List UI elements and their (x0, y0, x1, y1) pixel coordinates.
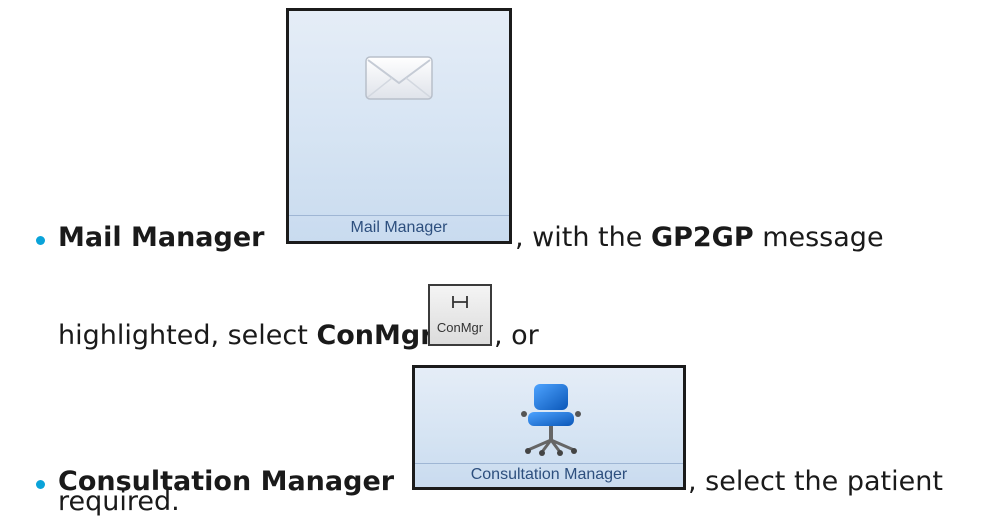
pin-icon (452, 296, 468, 308)
mail-manager-button[interactable]: Mail Manager (286, 8, 512, 244)
conmgr-label: ConMgr (316, 320, 434, 351)
mail-manager-button-caption: Mail Manager (289, 215, 509, 241)
bullet-1 (36, 236, 45, 245)
mail-manager-line-2-rest: , or (494, 320, 539, 351)
mail-manager-label: Mail Manager (58, 222, 265, 253)
envelope-icon (365, 56, 433, 100)
conmgr-button-caption: ConMgr (436, 320, 484, 335)
mail-manager-line-1: Mail Manager (58, 222, 264, 254)
consultation-manager-line-1-rest: , select the patient (688, 466, 943, 497)
bullet-2 (36, 480, 45, 489)
consultation-manager-button-caption: Consultation Manager (415, 463, 683, 487)
chair-icon (521, 384, 581, 456)
conmgr-button[interactable]: ConMgr (428, 284, 492, 346)
gp2gp-label: GP2GP (650, 222, 754, 253)
consultation-manager-line-2: required. (58, 486, 180, 517)
mail-manager-line-2: highlighted, select ConMgr (58, 320, 434, 351)
mail-manager-line-1-rest: , with the GP2GP message (515, 222, 884, 253)
consultation-manager-button[interactable]: Consultation Manager (412, 365, 686, 490)
